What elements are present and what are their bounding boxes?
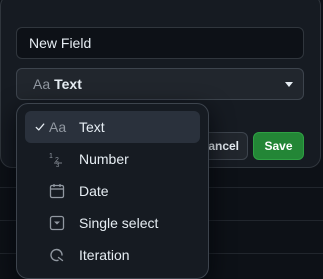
menu-item-single-select[interactable]: Single select [25, 207, 200, 239]
menu-item-date[interactable]: Date [25, 175, 200, 207]
menu-item-label: Text [79, 119, 105, 135]
single-select-icon [49, 215, 73, 231]
text-aa-icon: Aa [49, 119, 67, 135]
chevron-down-icon [285, 81, 293, 87]
field-type-select[interactable]: Aa Text [16, 68, 304, 100]
svg-text:1: 1 [49, 153, 53, 160]
menu-item-text[interactable]: Aa Text [25, 111, 200, 143]
cancel-button-label: ancel [208, 139, 239, 153]
number-icon: 1 2 3 [49, 151, 73, 167]
save-button-label: Save [264, 139, 293, 153]
menu-item-number[interactable]: 1 2 3 Number [25, 143, 200, 175]
calendar-icon [49, 183, 73, 199]
menu-item-label: Iteration [79, 247, 130, 263]
save-button[interactable]: Save [253, 132, 304, 160]
menu-item-label: Single select [79, 215, 159, 231]
menu-item-label: Date [79, 183, 109, 199]
svg-text:3: 3 [56, 163, 60, 167]
iteration-icon [49, 247, 73, 263]
check-icon [25, 121, 45, 133]
text-aa-icon: Aa [33, 76, 51, 92]
menu-item-iteration[interactable]: Iteration [25, 239, 200, 271]
field-name-input[interactable] [16, 27, 304, 59]
field-type-value: Text [54, 76, 82, 92]
menu-item-label: Number [79, 151, 129, 167]
field-type-menu: Aa Text 1 2 3 Number Date Single select … [16, 103, 209, 279]
